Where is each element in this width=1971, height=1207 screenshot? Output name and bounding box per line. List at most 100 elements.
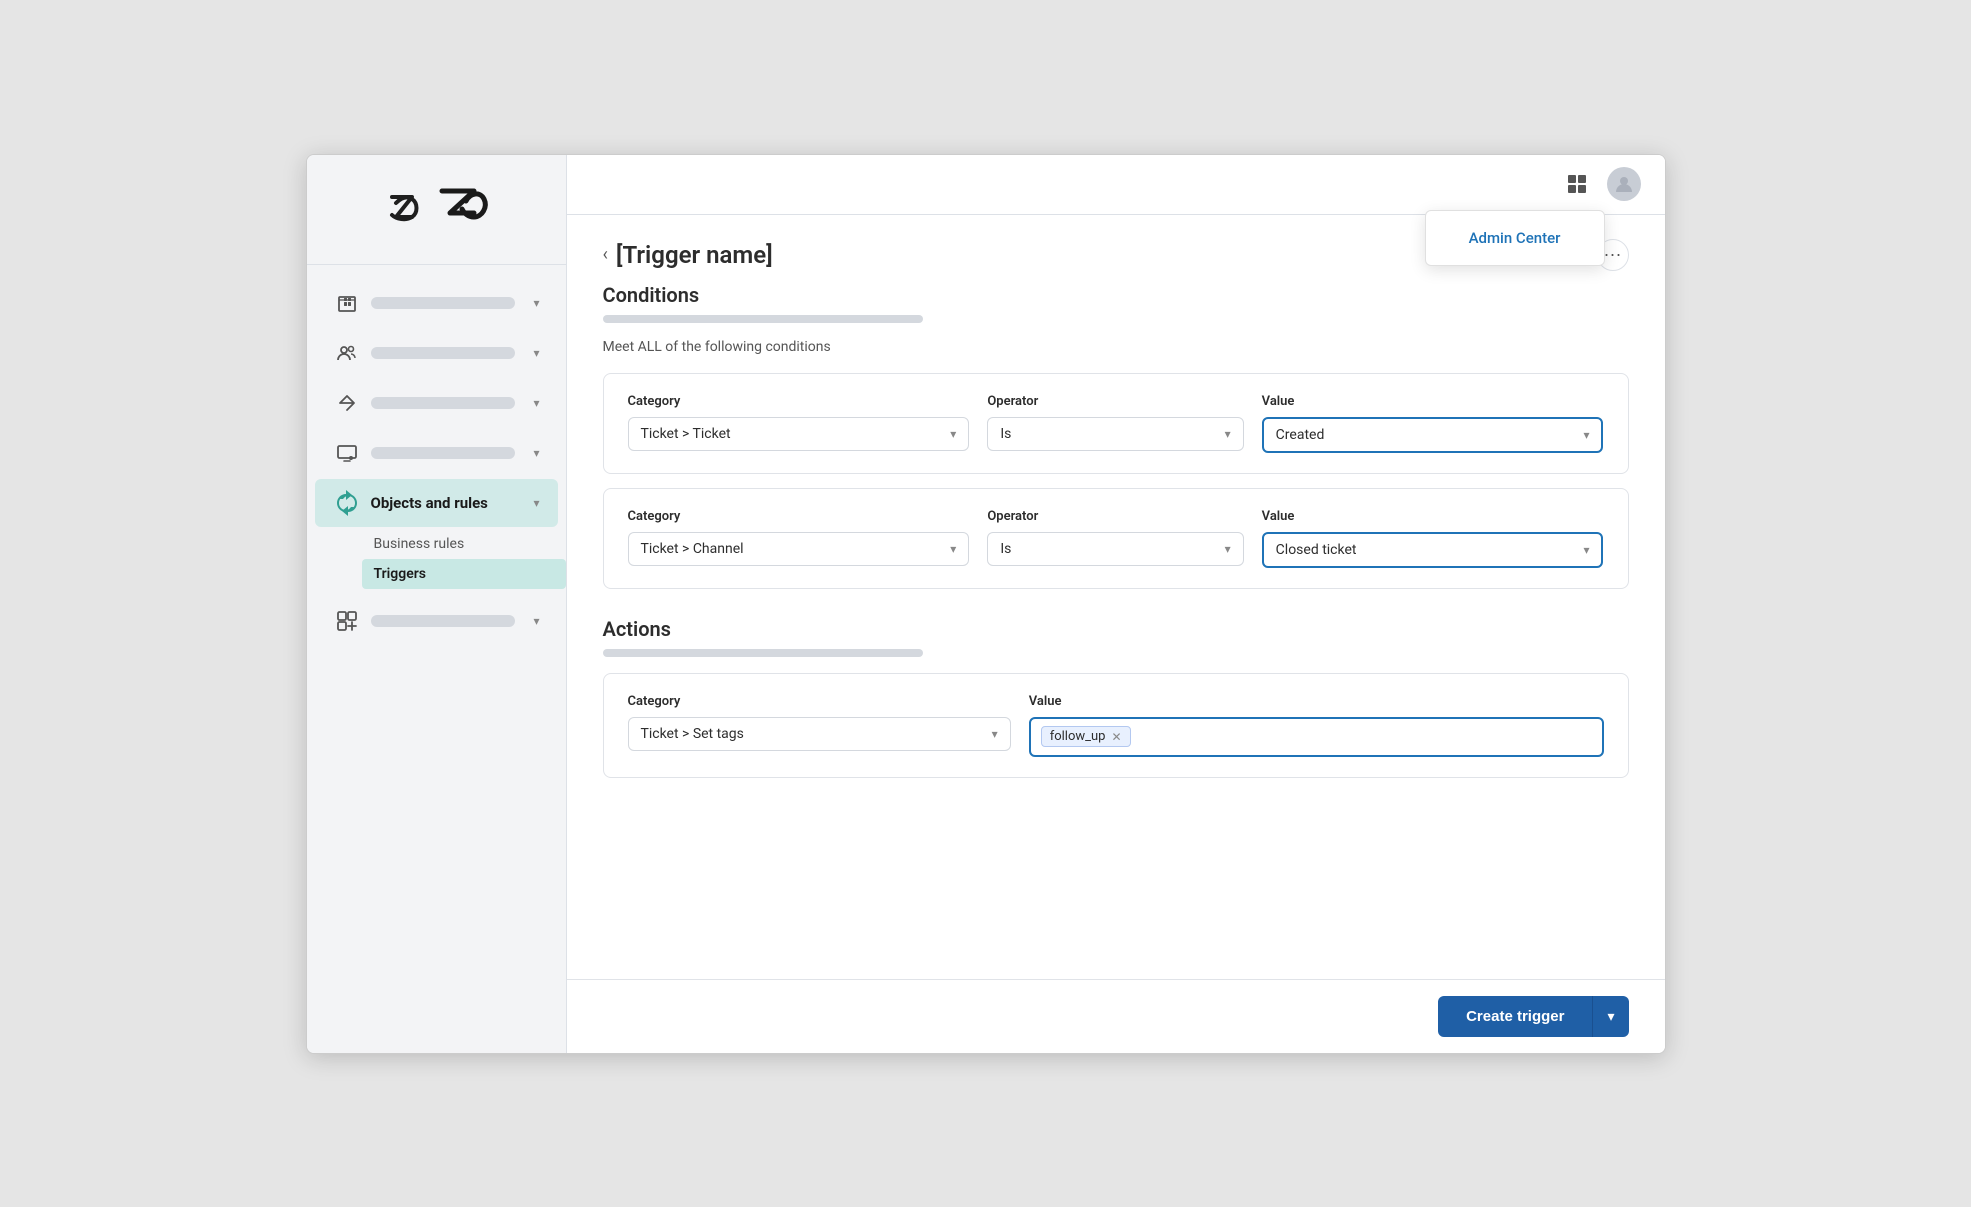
action-1-tag-input[interactable]: follow_up ✕ (1029, 717, 1604, 757)
nav-placeholder-channels (371, 397, 516, 409)
chevron-buildings: ▾ (533, 296, 539, 310)
sub-nav: Business rules Triggers (362, 529, 566, 589)
condition-2-operator-chevron: ▾ (1225, 542, 1231, 556)
create-trigger-button-group: Create trigger ▾ (1438, 996, 1628, 1037)
action-1-category-chevron: ▾ (992, 727, 998, 741)
avatar-icon (1614, 174, 1634, 194)
main-content: Admin Center ‹ [Trigger name] ··· Condit… (567, 155, 1665, 1053)
condition-1-operator-label: Operator (987, 394, 1243, 409)
chevron-people: ▾ (533, 346, 539, 360)
content-area: ‹ [Trigger name] ··· Conditions Meet ALL… (567, 215, 1665, 979)
condition-1-category-select[interactable]: Ticket > Ticket ▾ (628, 417, 970, 451)
display-icon (333, 439, 361, 467)
condition-2-category-value: Ticket > Channel (641, 541, 744, 557)
condition-1-value-value: Created (1276, 427, 1325, 443)
people-icon (333, 339, 361, 367)
admin-center-dropdown: Admin Center (1425, 210, 1605, 266)
action-1-category-label: Category (628, 694, 1011, 709)
nav-placeholder-display (371, 447, 516, 459)
tag-follow-up: follow_up ✕ (1041, 726, 1131, 747)
condition-1-operator-select[interactable]: Is ▾ (987, 417, 1243, 451)
sidebar-item-display[interactable]: ▾ (315, 429, 558, 477)
condition-2-value-value: Closed ticket (1276, 542, 1357, 558)
create-trigger-dropdown-button[interactable]: ▾ (1593, 996, 1628, 1037)
back-arrow[interactable]: ‹ (603, 244, 608, 265)
conditions-section: Conditions Meet ALL of the following con… (603, 283, 1629, 589)
condition-2-category-chevron: ▾ (950, 542, 956, 556)
logo-area (307, 155, 566, 265)
nav-placeholder-buildings (371, 297, 516, 309)
header-icons (1559, 166, 1641, 202)
conditions-description: Meet ALL of the following conditions (603, 339, 1629, 355)
apps-grid-button[interactable] (1559, 166, 1595, 202)
condition-1-category-col: Category Ticket > Ticket ▾ (628, 394, 970, 451)
zendesk-logo-icon (434, 183, 498, 239)
action-1-category-value: Ticket > Set tags (641, 726, 744, 742)
action-row-1: Category Ticket > Set tags ▾ Value follo… (628, 694, 1604, 757)
nav-placeholder-apps (371, 615, 516, 627)
main-header: Admin Center (567, 155, 1665, 215)
chevron-objects-rules: ▾ (533, 496, 539, 510)
conditions-title: Conditions (603, 283, 1629, 307)
conditions-bar (603, 315, 923, 323)
condition-card-1: Category Ticket > Ticket ▾ Operator Is ▾ (603, 373, 1629, 474)
channels-icon (333, 389, 361, 417)
actions-title: Actions (603, 617, 1629, 641)
condition-2-operator-value: Is (1000, 541, 1011, 557)
dropdown-arrow: ▾ (1607, 1008, 1614, 1024)
condition-1-category-chevron: ▾ (950, 427, 956, 441)
sidebar-item-objects-rules[interactable]: Objects and rules ▾ (315, 479, 558, 527)
condition-2-value-select[interactable]: Closed ticket ▾ (1262, 532, 1604, 568)
zendesk-logo (374, 181, 434, 241)
condition-2-category-label: Category (628, 509, 970, 524)
condition-1-value-col: Value Created ▾ (1262, 394, 1604, 453)
condition-row-1: Category Ticket > Ticket ▾ Operator Is ▾ (628, 394, 1604, 453)
buildings-icon (333, 289, 361, 317)
tag-follow-up-remove[interactable]: ✕ (1111, 730, 1121, 744)
condition-1-value-select[interactable]: Created ▾ (1262, 417, 1604, 453)
more-dots: ··· (1604, 244, 1622, 265)
user-avatar[interactable] (1607, 167, 1641, 201)
condition-1-operator-value: Is (1000, 426, 1011, 442)
admin-center-link[interactable]: Admin Center (1426, 221, 1604, 255)
create-trigger-button[interactable]: Create trigger (1438, 996, 1593, 1037)
objects-rules-icon (333, 489, 361, 517)
condition-2-operator-select[interactable]: Is ▾ (987, 532, 1243, 566)
action-card-1: Category Ticket > Set tags ▾ Value follo… (603, 673, 1629, 778)
grid-icon (1566, 173, 1588, 195)
tag-follow-up-text: follow_up (1050, 729, 1106, 744)
condition-1-value-chevron: ▾ (1583, 428, 1589, 442)
condition-1-category-value: Ticket > Ticket (641, 426, 731, 442)
sidebar-item-buildings[interactable]: ▾ (315, 279, 558, 327)
sidebar-nav: ▾ ▾ ▾ (307, 265, 566, 1053)
apps-icon (333, 607, 361, 635)
sidebar-item-business-rules[interactable]: Business rules (362, 529, 566, 559)
condition-1-category-label: Category (628, 394, 970, 409)
condition-2-value-col: Value Closed ticket ▾ (1262, 509, 1604, 568)
chevron-channels: ▾ (533, 396, 539, 410)
condition-1-value-label: Value (1262, 394, 1604, 409)
sidebar-item-channels[interactable]: ▾ (315, 379, 558, 427)
content-footer: Create trigger ▾ (567, 979, 1665, 1053)
action-1-category-col: Category Ticket > Set tags ▾ (628, 694, 1011, 751)
actions-section: Actions Category Ticket > Set tags ▾ Val… (603, 617, 1629, 778)
objects-rules-label: Objects and rules (371, 494, 524, 512)
action-1-value-col: Value follow_up ✕ (1029, 694, 1604, 757)
actions-bar (603, 649, 923, 657)
condition-2-operator-label: Operator (987, 509, 1243, 524)
condition-2-value-label: Value (1262, 509, 1604, 524)
chevron-apps: ▾ (533, 614, 539, 628)
nav-placeholder-people (371, 347, 516, 359)
sidebar-item-triggers[interactable]: Triggers (362, 559, 566, 589)
condition-row-2: Category Ticket > Channel ▾ Operator Is … (628, 509, 1604, 568)
sidebar: ▾ ▾ ▾ (307, 155, 567, 1053)
chevron-display: ▾ (533, 446, 539, 460)
condition-1-operator-col: Operator Is ▾ (987, 394, 1243, 451)
condition-2-operator-col: Operator Is ▾ (987, 509, 1243, 566)
condition-2-category-col: Category Ticket > Channel ▾ (628, 509, 970, 566)
action-1-category-select[interactable]: Ticket > Set tags ▾ (628, 717, 1011, 751)
sidebar-item-people[interactable]: ▾ (315, 329, 558, 377)
condition-2-category-select[interactable]: Ticket > Channel ▾ (628, 532, 970, 566)
page-title: [Trigger name] (616, 241, 773, 269)
sidebar-item-apps[interactable]: ▾ (315, 597, 558, 645)
